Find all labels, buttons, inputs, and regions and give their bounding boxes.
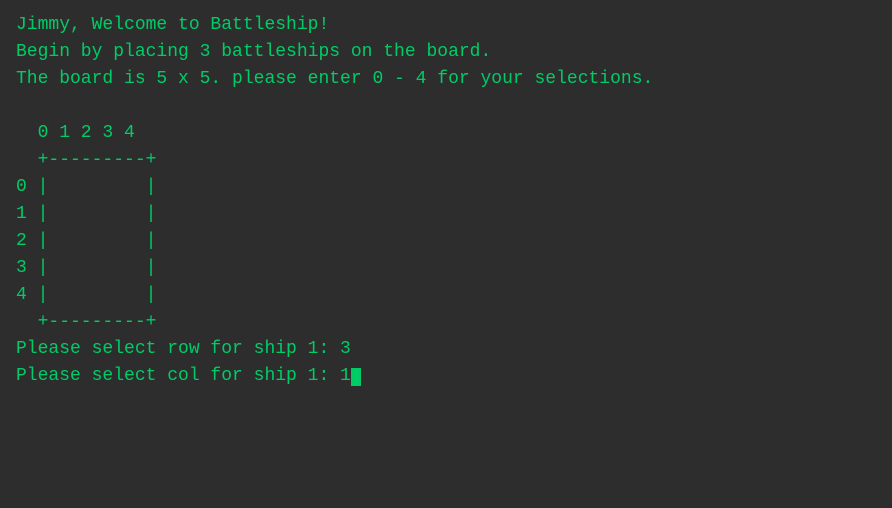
line-col-prompt: Please select col for ship 1: 1: [16, 363, 876, 390]
line-1: Jimmy, Welcome to Battleship!: [16, 12, 876, 39]
line-row-prompt: Please select row for ship 1: 3: [16, 336, 876, 363]
line-2: Begin by placing 3 battleships on the bo…: [16, 39, 876, 66]
line-row-3: 3 | |: [16, 255, 876, 282]
line-row-2: 2 | |: [16, 228, 876, 255]
line-top-border: +---------+: [16, 147, 876, 174]
col-prompt-text: Please select col for ship 1: 1: [16, 366, 351, 386]
line-row-1: 1 | |: [16, 201, 876, 228]
line-row-4: 4 | |: [16, 282, 876, 309]
empty-line: [16, 93, 876, 120]
line-bottom-border: +---------+: [16, 309, 876, 336]
terminal: Jimmy, Welcome to Battleship! Begin by p…: [16, 12, 876, 496]
line-col-header: 0 1 2 3 4: [16, 120, 876, 147]
line-3: The board is 5 x 5. please enter 0 - 4 f…: [16, 66, 876, 93]
cursor[interactable]: [351, 368, 361, 386]
line-row-0: 0 | |: [16, 174, 876, 201]
